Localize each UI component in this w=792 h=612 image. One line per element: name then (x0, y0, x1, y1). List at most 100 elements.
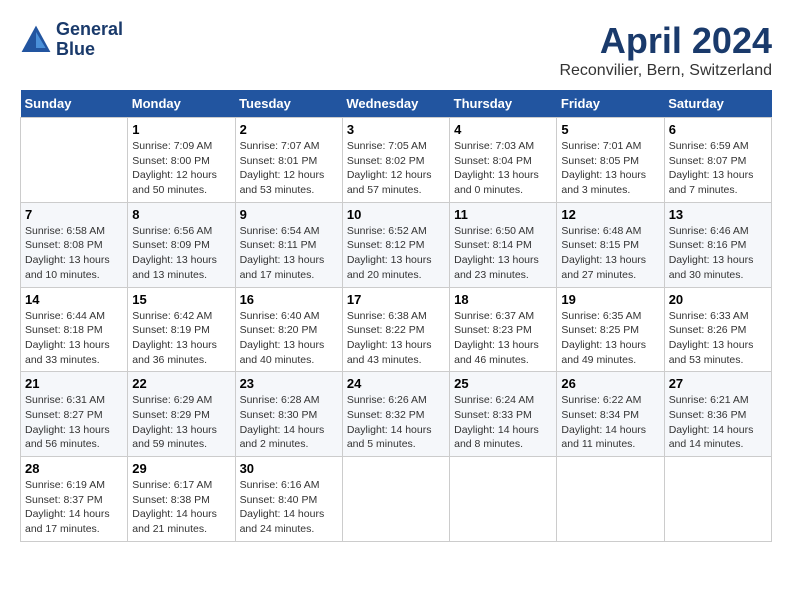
header: General Blue April 2024 Reconvilier, Ber… (20, 20, 772, 80)
calendar-week-row: 1 Sunrise: 7:09 AMSunset: 8:00 PMDaylight… (21, 118, 772, 203)
day-number: 7 (25, 207, 123, 222)
calendar-day-cell: 25Sunrise: 6:24 AMSunset: 8:33 PMDayligh… (450, 372, 557, 457)
day-number: 12 (561, 207, 659, 222)
calendar-week-row: 14 Sunrise: 6:44 AMSunset: 8:18 PMDayligh… (21, 287, 772, 372)
calendar-week-row: 28Sunrise: 6:19 AMSunset: 8:37 PMDayligh… (21, 457, 772, 542)
day-info: Sunrise: 6:40 AMSunset: 8:20 PMDaylight:… (240, 309, 338, 368)
day-info: Sunrise: 6:21 AMSunset: 8:36 PMDaylight:… (669, 393, 767, 452)
day-info: Sunrise: 6:50 AMSunset: 8:14 PMDaylight:… (454, 224, 552, 283)
weekday-header: Saturday (664, 90, 771, 118)
day-info: Sunrise: 6:42 AMSunset: 8:19 PMDaylight:… (132, 309, 230, 368)
calendar-day-cell (664, 457, 771, 542)
day-number: 30 (240, 461, 338, 476)
day-info: Sunrise: 6:22 AMSunset: 8:34 PMDaylight:… (561, 393, 659, 452)
day-info: Sunrise: 6:37 AMSunset: 8:23 PMDaylight:… (454, 309, 552, 368)
day-number: 22 (132, 376, 230, 391)
calendar-day-cell: 11 Sunrise: 6:50 AMSunset: 8:14 PMDayligh… (450, 202, 557, 287)
calendar-day-cell: 15 Sunrise: 6:42 AMSunset: 8:19 PMDayligh… (128, 287, 235, 372)
calendar-day-cell: 4 Sunrise: 7:03 AMSunset: 8:04 PMDaylight… (450, 118, 557, 203)
day-number: 11 (454, 207, 552, 222)
day-number: 1 (132, 122, 230, 137)
day-info: Sunrise: 6:26 AMSunset: 8:32 PMDaylight:… (347, 393, 445, 452)
weekday-header: Tuesday (235, 90, 342, 118)
day-number: 14 (25, 292, 123, 307)
day-number: 8 (132, 207, 230, 222)
calendar-day-cell: 7 Sunrise: 6:58 AMSunset: 8:08 PMDaylight… (21, 202, 128, 287)
day-number: 27 (669, 376, 767, 391)
day-info: Sunrise: 7:07 AMSunset: 8:01 PMDaylight:… (240, 139, 338, 198)
calendar-day-cell: 30 Sunrise: 6:16 AMSunset: 8:40 PMDayligh… (235, 457, 342, 542)
day-number: 6 (669, 122, 767, 137)
day-info: Sunrise: 6:44 AMSunset: 8:18 PMDaylight:… (25, 309, 123, 368)
day-info: Sunrise: 6:54 AMSunset: 8:11 PMDaylight:… (240, 224, 338, 283)
calendar-table: SundayMondayTuesdayWednesdayThursdayFrid… (20, 90, 772, 542)
calendar-day-cell: 14 Sunrise: 6:44 AMSunset: 8:18 PMDayligh… (21, 287, 128, 372)
calendar-day-cell: 10 Sunrise: 6:52 AMSunset: 8:12 PMDayligh… (342, 202, 449, 287)
day-info: Sunrise: 6:16 AMSunset: 8:40 PMDaylight:… (240, 478, 338, 537)
day-info: Sunrise: 6:29 AMSunset: 8:29 PMDaylight:… (132, 393, 230, 452)
day-number: 2 (240, 122, 338, 137)
month-title: April 2024 (559, 20, 772, 62)
day-number: 28 (25, 461, 123, 476)
calendar-week-row: 21 Sunrise: 6:31 AMSunset: 8:27 PMDayligh… (21, 372, 772, 457)
calendar-day-cell: 2 Sunrise: 7:07 AMSunset: 8:01 PMDaylight… (235, 118, 342, 203)
day-number: 24 (347, 376, 445, 391)
day-number: 29 (132, 461, 230, 476)
calendar-day-cell: 19 Sunrise: 6:35 AMSunset: 8:25 PMDayligh… (557, 287, 664, 372)
day-info: Sunrise: 7:01 AMSunset: 8:05 PMDaylight:… (561, 139, 659, 198)
weekday-header: Sunday (21, 90, 128, 118)
day-number: 23 (240, 376, 338, 391)
day-number: 3 (347, 122, 445, 137)
calendar-day-cell: 21 Sunrise: 6:31 AMSunset: 8:27 PMDayligh… (21, 372, 128, 457)
day-number: 4 (454, 122, 552, 137)
day-number: 21 (25, 376, 123, 391)
day-number: 19 (561, 292, 659, 307)
weekday-header: Wednesday (342, 90, 449, 118)
day-info: Sunrise: 7:09 AMSunset: 8:00 PMDaylight:… (132, 139, 230, 198)
calendar-day-cell: 9Sunrise: 6:54 AMSunset: 8:11 PMDaylight… (235, 202, 342, 287)
calendar-day-cell: 6 Sunrise: 6:59 AMSunset: 8:07 PMDaylight… (664, 118, 771, 203)
day-info: Sunrise: 6:33 AMSunset: 8:26 PMDaylight:… (669, 309, 767, 368)
logo: General Blue (20, 20, 123, 60)
logo-icon (20, 24, 52, 56)
day-number: 13 (669, 207, 767, 222)
subtitle: Reconvilier, Bern, Switzerland (559, 62, 772, 80)
day-number: 18 (454, 292, 552, 307)
day-info: Sunrise: 7:05 AMSunset: 8:02 PMDaylight:… (347, 139, 445, 198)
calendar-day-cell: 17Sunrise: 6:38 AMSunset: 8:22 PMDayligh… (342, 287, 449, 372)
calendar-day-cell: 3 Sunrise: 7:05 AMSunset: 8:02 PMDaylight… (342, 118, 449, 203)
day-number: 16 (240, 292, 338, 307)
calendar-day-cell: 20Sunrise: 6:33 AMSunset: 8:26 PMDayligh… (664, 287, 771, 372)
day-info: Sunrise: 6:24 AMSunset: 8:33 PMDaylight:… (454, 393, 552, 452)
calendar-day-cell (450, 457, 557, 542)
day-info: Sunrise: 6:35 AMSunset: 8:25 PMDaylight:… (561, 309, 659, 368)
day-info: Sunrise: 6:56 AMSunset: 8:09 PMDaylight:… (132, 224, 230, 283)
weekday-header: Friday (557, 90, 664, 118)
calendar-day-cell: 22 Sunrise: 6:29 AMSunset: 8:29 PMDayligh… (128, 372, 235, 457)
calendar-day-cell: 24 Sunrise: 6:26 AMSunset: 8:32 PMDayligh… (342, 372, 449, 457)
calendar-day-cell: 8 Sunrise: 6:56 AMSunset: 8:09 PMDaylight… (128, 202, 235, 287)
day-number: 10 (347, 207, 445, 222)
day-number: 5 (561, 122, 659, 137)
calendar-day-cell: 18 Sunrise: 6:37 AMSunset: 8:23 PMDayligh… (450, 287, 557, 372)
day-info: Sunrise: 6:58 AMSunset: 8:08 PMDaylight:… (25, 224, 123, 283)
day-info: Sunrise: 6:48 AMSunset: 8:15 PMDaylight:… (561, 224, 659, 283)
day-number: 26 (561, 376, 659, 391)
calendar-day-cell: 5 Sunrise: 7:01 AMSunset: 8:05 PMDaylight… (557, 118, 664, 203)
day-info: Sunrise: 6:17 AMSunset: 8:38 PMDaylight:… (132, 478, 230, 537)
day-info: Sunrise: 7:03 AMSunset: 8:04 PMDaylight:… (454, 139, 552, 198)
weekday-header: Monday (128, 90, 235, 118)
day-info: Sunrise: 6:52 AMSunset: 8:12 PMDaylight:… (347, 224, 445, 283)
day-info: Sunrise: 6:38 AMSunset: 8:22 PMDaylight:… (347, 309, 445, 368)
day-info: Sunrise: 6:59 AMSunset: 8:07 PMDaylight:… (669, 139, 767, 198)
calendar-day-cell: 1 Sunrise: 7:09 AMSunset: 8:00 PMDaylight… (128, 118, 235, 203)
calendar-day-cell: 26 Sunrise: 6:22 AMSunset: 8:34 PMDayligh… (557, 372, 664, 457)
logo-text: General Blue (56, 20, 123, 60)
calendar-day-cell: 29 Sunrise: 6:17 AMSunset: 8:38 PMDayligh… (128, 457, 235, 542)
calendar-day-cell: 23Sunrise: 6:28 AMSunset: 8:30 PMDayligh… (235, 372, 342, 457)
calendar-day-cell: 13Sunrise: 6:46 AMSunset: 8:16 PMDayligh… (664, 202, 771, 287)
day-info: Sunrise: 6:31 AMSunset: 8:27 PMDaylight:… (25, 393, 123, 452)
title-area: April 2024 Reconvilier, Bern, Switzerlan… (559, 20, 772, 80)
calendar-day-cell (342, 457, 449, 542)
day-number: 15 (132, 292, 230, 307)
